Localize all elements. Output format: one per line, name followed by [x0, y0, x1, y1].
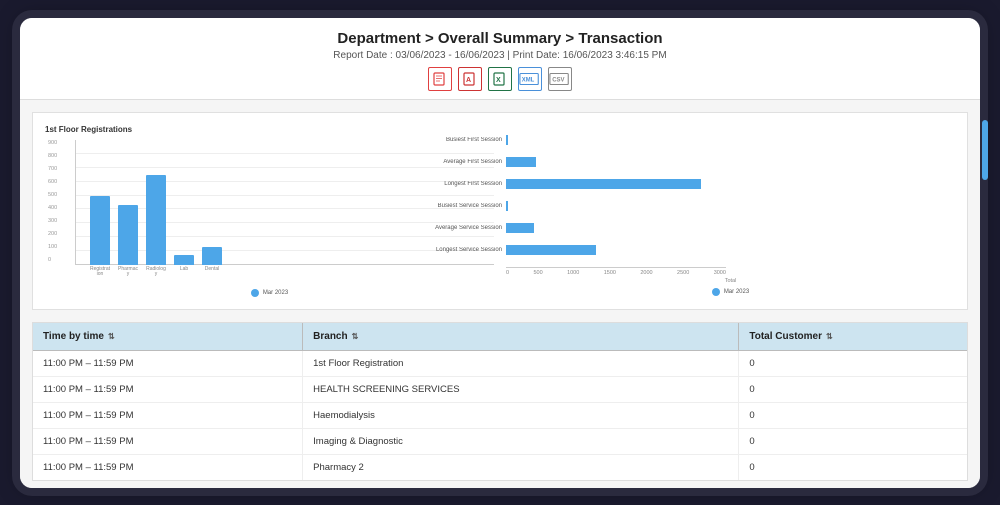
- sort-time-icon[interactable]: ⇅: [108, 332, 115, 341]
- left-chart-title: 1st Floor Registrations: [45, 125, 494, 134]
- th-time: Time by time ⇅: [33, 323, 302, 350]
- pdf-export-button[interactable]: [428, 67, 452, 91]
- bar-5: [202, 247, 222, 265]
- legend-dot: [251, 289, 259, 297]
- td-time-4: 11:00 PM – 11:59 PM: [33, 429, 302, 454]
- sort-branch-icon[interactable]: ⇅: [352, 332, 359, 341]
- export-icons: A X XML CSV: [20, 67, 980, 91]
- td-time-5: 11:00 PM – 11:59 PM: [33, 455, 302, 480]
- x-label-3: Radiology: [146, 267, 166, 278]
- adobe-export-button[interactable]: A: [458, 67, 482, 91]
- th-total-label: Total Customer: [749, 331, 822, 342]
- x-label-4: Lab: [174, 267, 194, 273]
- bar-2: [118, 205, 138, 265]
- td-time-3: 11:00 PM – 11:59 PM: [33, 403, 302, 428]
- h-bar-label-2: Average First Session: [424, 159, 502, 165]
- h-bar-6: [506, 245, 596, 255]
- right-chart-x-axis: 0 500 1000 1500 2000 2500 3000: [506, 267, 726, 276]
- main-content: 1st Floor Registrations 900 800 700 600 …: [20, 100, 980, 488]
- h-bar-label-1: Busiest First Session: [424, 137, 502, 143]
- td-branch-2: HEALTH SCREENING SERVICES: [302, 377, 738, 402]
- left-chart-legend: Mar 2023: [45, 289, 494, 297]
- td-branch-5: Pharmacy 2: [302, 455, 738, 480]
- h-bar-row-1: Busiest First Session: [506, 135, 955, 145]
- h-bar-row-2: Average First Session: [506, 157, 955, 167]
- header: Department > Overall Summary > Transacti…: [20, 18, 980, 100]
- table-row: 11:00 PM – 11:59 PM Haemodialysis 0: [33, 403, 967, 429]
- table-row: 11:00 PM – 11:59 PM Pharmacy 2 0: [33, 455, 967, 480]
- right-chart-x-label: Total: [506, 278, 955, 284]
- x-label-2: Pharmacy: [118, 267, 138, 278]
- h-bar-label-5: Average Service Session: [424, 225, 502, 231]
- right-chart-legend-label: Mar 2023: [724, 289, 749, 295]
- right-chart: Busiest First Session Average First Sess…: [506, 125, 955, 297]
- th-time-label: Time by time: [43, 331, 104, 342]
- device-frame: Department > Overall Summary > Transacti…: [20, 18, 980, 488]
- table-row: 11:00 PM – 11:59 PM Imaging & Diagnostic…: [33, 429, 967, 455]
- charts-section: 1st Floor Registrations 900 800 700 600 …: [32, 112, 968, 310]
- h-bar-label-6: Longest Service Session: [424, 247, 502, 253]
- left-chart-legend-label: Mar 2023: [263, 290, 288, 296]
- h-bar-row-6: Longest Service Session: [506, 245, 955, 255]
- left-chart: 1st Floor Registrations 900 800 700 600 …: [45, 125, 494, 297]
- data-table: Time by time ⇅ Branch ⇅ Total Customer ⇅…: [32, 322, 968, 481]
- td-time-1: 11:00 PM – 11:59 PM: [33, 351, 302, 376]
- td-branch-3: Haemodialysis: [302, 403, 738, 428]
- right-legend-dot: [712, 288, 720, 296]
- h-bar-label-3: Longest First Session: [424, 181, 502, 187]
- h-bar-2: [506, 157, 536, 167]
- table-row: 11:00 PM – 11:59 PM 1st Floor Registrati…: [33, 351, 967, 377]
- td-total-1: 0: [738, 351, 967, 376]
- x-label-1: Registration: [90, 267, 110, 278]
- svg-text:CSV: CSV: [552, 77, 564, 83]
- td-branch-1: 1st Floor Registration: [302, 351, 738, 376]
- bar-3: [146, 175, 166, 265]
- csv-export-button[interactable]: CSV: [548, 67, 572, 91]
- h-bar-4: [506, 201, 508, 211]
- th-branch: Branch ⇅: [302, 323, 738, 350]
- h-bar-row-4: Busiest Service Session: [506, 201, 955, 211]
- svg-text:X: X: [496, 77, 501, 84]
- right-chart-legend: Mar 2023: [506, 288, 955, 296]
- report-date: Report Date : 03/06/2023 - 16/06/2023 | …: [20, 50, 980, 61]
- table-header: Time by time ⇅ Branch ⇅ Total Customer ⇅: [33, 323, 967, 351]
- h-bar-row-5: Average Service Session: [506, 223, 955, 233]
- th-total: Total Customer ⇅: [738, 323, 967, 350]
- page-breadcrumb: Department > Overall Summary > Transacti…: [20, 30, 980, 47]
- bar-1: [90, 196, 110, 265]
- excel-export-button[interactable]: X: [488, 67, 512, 91]
- sort-total-icon[interactable]: ⇅: [826, 332, 833, 341]
- h-bar-1: [506, 135, 508, 145]
- td-total-4: 0: [738, 429, 967, 454]
- td-total-2: 0: [738, 377, 967, 402]
- h-bar-5: [506, 223, 534, 233]
- td-time-2: 11:00 PM – 11:59 PM: [33, 377, 302, 402]
- h-bar-row-3: Longest First Session: [506, 179, 955, 189]
- td-branch-4: Imaging & Diagnostic: [302, 429, 738, 454]
- table-row: 11:00 PM – 11:59 PM HEALTH SCREENING SER…: [33, 377, 967, 403]
- td-total-3: 0: [738, 403, 967, 428]
- th-branch-label: Branch: [313, 331, 347, 342]
- h-bar-label-4: Busiest Service Session: [424, 203, 502, 209]
- h-bar-3: [506, 179, 701, 189]
- svg-text:A: A: [466, 77, 471, 84]
- bar-4: [174, 255, 194, 265]
- x-label-5: Dental: [202, 267, 222, 273]
- xml-export-button[interactable]: XML: [518, 67, 542, 91]
- svg-text:XML: XML: [522, 77, 535, 83]
- td-total-5: 0: [738, 455, 967, 480]
